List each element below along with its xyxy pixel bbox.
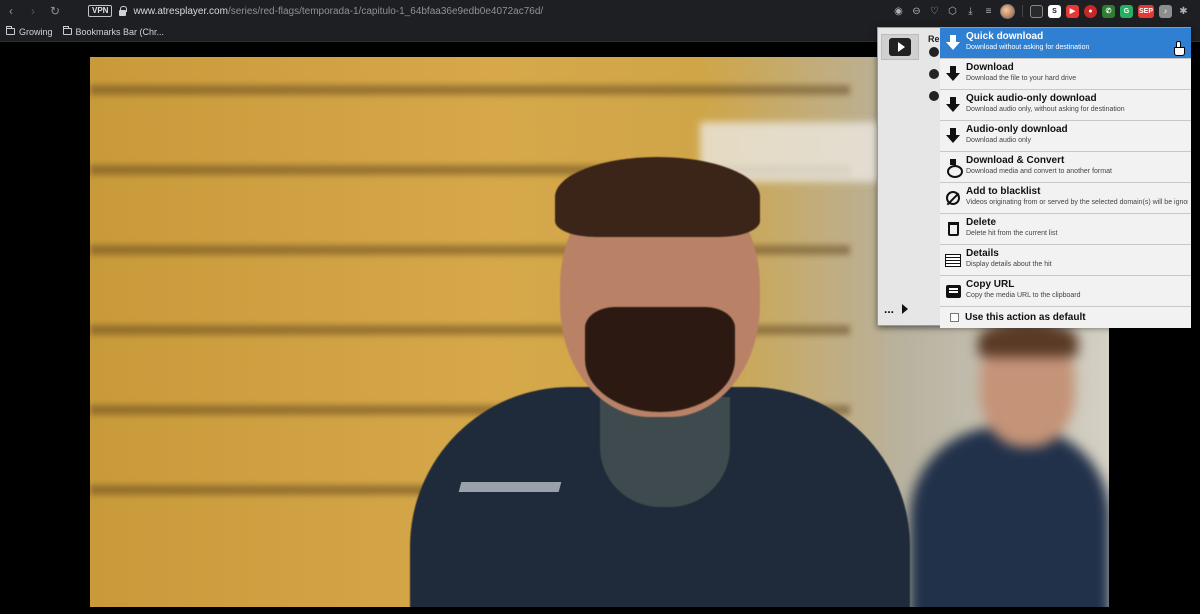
menu-item-desc: Download without asking for destination xyxy=(966,44,1090,51)
folder-icon xyxy=(62,26,72,35)
forward-button[interactable]: › xyxy=(22,0,44,22)
url-host: www.atresplayer.com xyxy=(133,5,228,17)
menu-item-desc: Download audio only xyxy=(966,137,1031,144)
avatar[interactable] xyxy=(1000,3,1015,19)
bookmark-bookmarks-bar[interactable]: Bookmarks Bar (Chr... xyxy=(62,26,165,37)
hand-cursor-icon xyxy=(1174,41,1185,56)
menu-item-label: Audio-only download xyxy=(966,124,1068,135)
toolbar-divider xyxy=(1022,5,1023,17)
menu-item-delete[interactable]: Delete Delete hit from the current list xyxy=(940,214,1191,245)
hit-action-icon[interactable] xyxy=(929,91,939,101)
menu-item-blacklist[interactable]: Add to blacklist Videos originating from… xyxy=(940,183,1191,214)
default-action-row[interactable]: Use this action as default xyxy=(940,307,1191,328)
beard xyxy=(585,307,735,412)
more-label: ... xyxy=(884,302,895,316)
hoodie-logo xyxy=(458,482,562,492)
menu-item-label: Download & Convert xyxy=(966,155,1065,166)
video-downloader-extension-icon[interactable]: ♪ xyxy=(1159,4,1172,18)
wall-stripe xyxy=(90,85,850,95)
menu-item-desc: Download the file to your hard drive xyxy=(966,75,1077,82)
downloads-icon[interactable]: ⤓ xyxy=(964,5,977,18)
copy-url-icon xyxy=(945,284,961,298)
menu-item-desc: Videos originating from or served by the… xyxy=(966,199,1188,206)
camera-icon[interactable]: ◉ xyxy=(892,5,905,18)
stop-extension-icon[interactable]: ● xyxy=(1084,4,1097,18)
menu-item-label: Quick audio-only download xyxy=(966,93,1097,104)
reload-button[interactable]: ↻ xyxy=(44,0,66,22)
menu-item-label: Delete xyxy=(966,217,997,228)
grammarly-extension-icon[interactable]: G xyxy=(1120,4,1133,18)
details-icon xyxy=(945,253,961,267)
quick-audio-download-icon xyxy=(946,97,960,113)
menu-item-label: Copy URL xyxy=(966,279,1015,290)
cube-icon[interactable]: ⬡ xyxy=(946,5,959,18)
hit-title: Re xyxy=(928,34,940,44)
menu-item-label: Details xyxy=(966,248,999,259)
toolbar-right: ◉ ⊖ ♡ ⬡ ⤓ ≡ S ▶ ● ✆ G SEP ♪ ✱ xyxy=(892,3,1200,19)
background-person xyxy=(910,317,1109,607)
heart-icon[interactable]: ♡ xyxy=(928,5,941,18)
trash-icon xyxy=(947,222,959,236)
address-bar[interactable]: www.atresplayer.com/series/red-flags/tem… xyxy=(133,6,543,17)
convert-icon xyxy=(946,159,963,178)
menu-item-desc: Download audio only, without asking for … xyxy=(966,106,1125,113)
bookmark-label: Growing xyxy=(19,26,53,37)
menu-item-desc: Download media and convert to another fo… xyxy=(966,168,1112,175)
download-icon xyxy=(946,66,960,82)
menu-item-quick-download[interactable]: Quick download Download without asking f… xyxy=(940,28,1191,59)
menu-item-download-convert[interactable]: Download & Convert Download media and co… xyxy=(940,152,1191,183)
folder-icon xyxy=(6,26,15,35)
video-downloader-popup: Re ... Quick download Download without a… xyxy=(877,27,1191,328)
menu-item-label: Quick download xyxy=(966,31,1044,42)
back-arrow-icon: ‹ xyxy=(9,4,13,18)
menu-item-quick-audio-download[interactable]: Quick audio-only download Download audio… xyxy=(940,90,1191,121)
tracker-icon[interactable]: ⊖ xyxy=(910,5,923,18)
vpn-badge[interactable]: VPN xyxy=(88,5,113,17)
expand-arrow-icon xyxy=(902,304,909,314)
menu-item-label: Add to blacklist xyxy=(966,186,1041,197)
action-menu: Quick download Download without asking f… xyxy=(940,28,1191,328)
default-action-checkbox[interactable] xyxy=(950,313,959,322)
reload-icon: ↻ xyxy=(49,4,61,18)
default-action-label: Use this action as default xyxy=(965,312,1086,323)
background-person-body xyxy=(910,427,1109,607)
menu-item-label: Download xyxy=(966,62,1014,73)
extension-s-icon[interactable]: S xyxy=(1048,4,1061,18)
hits-panel: Re ... xyxy=(878,28,940,325)
video-film-icon xyxy=(889,38,911,56)
blacklist-icon xyxy=(946,191,960,205)
menu-item-copy-url[interactable]: Copy URL Copy the media URL to the clipb… xyxy=(940,276,1191,307)
main-person xyxy=(390,157,910,607)
hit-action-icon[interactable] xyxy=(929,47,939,57)
url-path: /series/red-flags/temporada-1/capitulo-1… xyxy=(227,5,544,17)
audio-download-icon xyxy=(946,128,960,144)
back-button[interactable]: ‹ xyxy=(0,0,22,22)
menu-item-desc: Display details about the hit xyxy=(966,261,1052,268)
menu-item-desc: Delete hit from the current list xyxy=(966,230,1058,237)
lock-icon[interactable] xyxy=(118,6,128,16)
hair xyxy=(555,157,760,237)
more-actions-button[interactable]: ... xyxy=(884,302,909,316)
menu-item-details[interactable]: Details Display details about the hit xyxy=(940,245,1191,276)
menu-item-download[interactable]: Download Download the file to your hard … xyxy=(940,59,1191,90)
bookmark-label: Bookmarks Bar (Chr... xyxy=(75,26,165,37)
menu-icon[interactable]: ≡ xyxy=(982,5,995,18)
menu-item-audio-download[interactable]: Audio-only download Download audio only xyxy=(940,121,1191,152)
menu-item-desc: Copy the media URL to the clipboard xyxy=(966,292,1081,299)
forward-arrow-icon: › xyxy=(31,4,35,18)
whatsapp-extension-icon[interactable]: ✆ xyxy=(1102,4,1115,18)
bookmark-growing[interactable]: Growing xyxy=(6,26,53,37)
extension-square-icon[interactable] xyxy=(1030,4,1043,18)
sep-extension-badge[interactable]: SEP xyxy=(1138,4,1154,18)
hit-thumbnail[interactable] xyxy=(881,34,919,60)
quick-download-icon xyxy=(946,35,960,51)
youtube-extension-icon[interactable]: ▶ xyxy=(1066,4,1079,18)
extensions-puzzle-icon[interactable]: ✱ xyxy=(1177,5,1190,18)
hit-action-icon[interactable] xyxy=(929,69,939,79)
browser-toolbar: ‹ › ↻ VPN www.atresplayer.com/series/red… xyxy=(0,0,1200,22)
